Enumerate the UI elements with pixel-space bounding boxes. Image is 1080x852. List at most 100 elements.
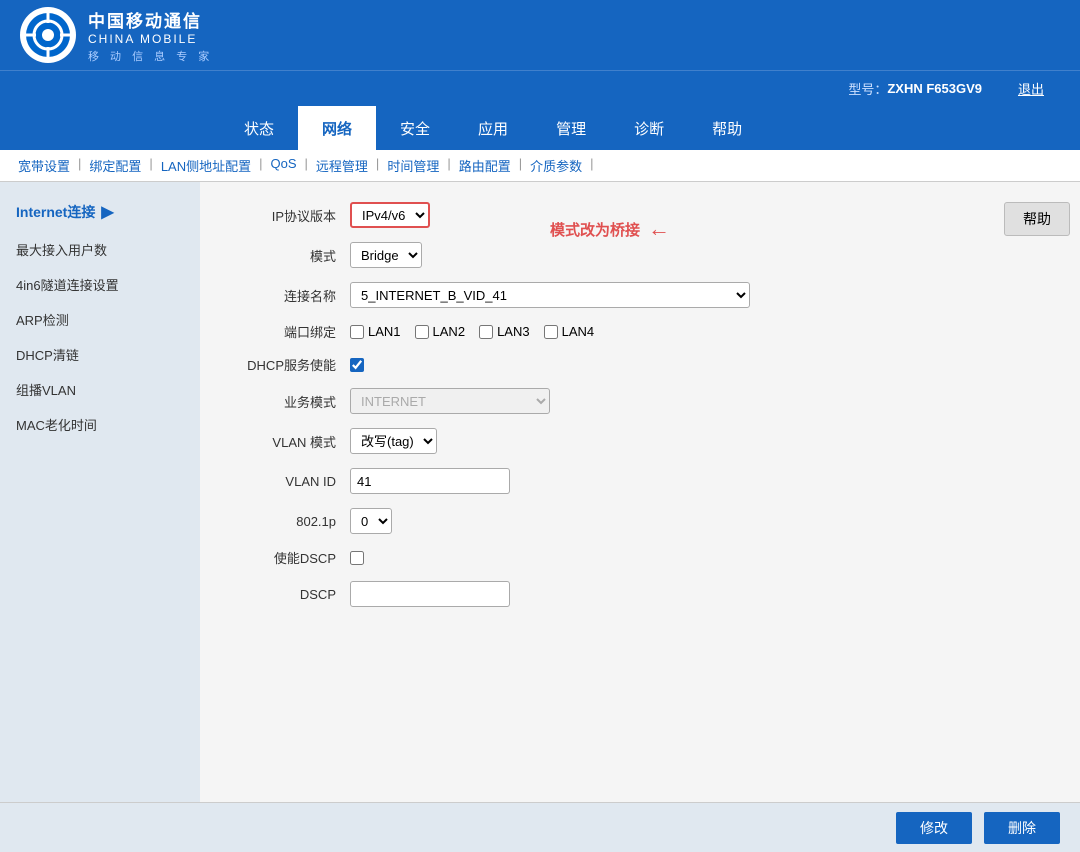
dscp-enable-row: 使能DSCP — [230, 548, 1050, 567]
vlan-mode-control: 改写(tag) 透传 不处理 — [350, 428, 437, 454]
delete-button[interactable]: 删除 — [984, 812, 1060, 844]
logo-cn: 中国移动通信 — [88, 7, 213, 32]
dot1p-label: 802.1p — [230, 514, 350, 529]
subnav-item-remote[interactable]: 远程管理 — [308, 156, 376, 175]
service-mode-select[interactable]: INTERNET — [350, 388, 550, 414]
dscp-enable-label: 使能DSCP — [230, 548, 350, 567]
annotation: 模式改为桥接 ← — [550, 216, 670, 242]
model-bar: 型号： ZXHN F653GV9 退出 — [0, 70, 1080, 106]
port-lan2-label: LAN2 — [433, 324, 466, 339]
ip-version-control: IPv4 IPv6 IPv4/v6 — [350, 202, 430, 228]
service-mode-label: 业务模式 — [230, 392, 350, 411]
port-binding-control: LAN1 LAN2 LAN3 LAN4 — [350, 324, 594, 339]
dscp-enable-control — [350, 551, 364, 565]
ip-version-select[interactable]: IPv4 IPv6 IPv4/v6 — [350, 202, 430, 228]
mode-row: 模式 Bridge Route — [230, 242, 1050, 268]
port-binding-label: 端口绑定 — [230, 322, 350, 341]
tab-security[interactable]: 安全 — [376, 106, 454, 150]
help-panel: 帮助 — [1004, 202, 1070, 236]
header: 中国移动通信 CHINA MOBILE 移 动 信 息 专 家 — [0, 0, 1080, 70]
vlan-mode-select[interactable]: 改写(tag) 透传 不处理 — [350, 428, 437, 454]
dhcp-row: DHCP服务使能 — [230, 355, 1050, 374]
sidebar-item-maxusers[interactable]: 最大接入用户数 — [0, 232, 200, 267]
tab-app[interactable]: 应用 — [454, 106, 532, 150]
subnav-item-broadband[interactable]: 宽带设置 — [10, 156, 78, 175]
dhcp-control — [350, 358, 364, 372]
connection-name-label: 连接名称 — [230, 286, 350, 305]
bottom-bar: 修改 删除 — [0, 802, 1080, 852]
port-lan4-label: LAN4 — [562, 324, 595, 339]
mode-control: Bridge Route — [350, 242, 422, 268]
port-lan4[interactable]: LAN4 — [544, 324, 595, 339]
logo-text-area: 中国移动通信 CHINA MOBILE 移 动 信 息 专 家 — [88, 7, 213, 64]
connection-name-row: 连接名称 5_INTERNET_B_VID_41 — [230, 282, 1050, 308]
sidebar: Internet连接 ▶ 最大接入用户数 4in6隧道连接设置 ARP检测 DH… — [0, 182, 200, 802]
subnav-item-media[interactable]: 介质参数 — [522, 156, 590, 175]
annotation-arrow-icon: ← — [648, 216, 670, 242]
dhcp-checkbox[interactable] — [350, 358, 364, 372]
help-button[interactable]: 帮助 — [1004, 202, 1070, 236]
ip-version-label: IP协议版本 — [230, 206, 350, 225]
logo-en: CHINA MOBILE — [88, 32, 213, 46]
dscp-input[interactable] — [350, 581, 510, 607]
sidebar-item-multicastvlan[interactable]: 组播VLAN — [0, 372, 200, 407]
dot1p-select[interactable]: 0 1 2 3 4 5 6 7 — [350, 508, 392, 534]
dot1p-row: 802.1p 0 1 2 3 4 5 6 7 — [230, 508, 1050, 534]
port-lan2[interactable]: LAN2 — [415, 324, 466, 339]
connection-name-select[interactable]: 5_INTERNET_B_VID_41 — [350, 282, 750, 308]
sidebar-item-macaging[interactable]: MAC老化时间 — [0, 407, 200, 442]
subnav: 宽带设置 | 绑定配置 | LAN侧地址配置 | QoS | 远程管理 | 时间… — [0, 150, 1080, 182]
port-lan2-checkbox[interactable] — [415, 325, 429, 339]
logo-icon — [20, 7, 76, 63]
main-content: 帮助 IP协议版本 IPv4 IPv6 IPv4/v6 模式 Bridge Ro… — [200, 182, 1080, 802]
port-lan1-label: LAN1 — [368, 324, 401, 339]
vlan-mode-row: VLAN 模式 改写(tag) 透传 不处理 — [230, 428, 1050, 454]
subnav-item-route[interactable]: 路由配置 — [451, 156, 519, 175]
logo-svg — [24, 11, 72, 59]
subnav-item-lan[interactable]: LAN侧地址配置 — [153, 156, 259, 175]
port-lan4-checkbox[interactable] — [544, 325, 558, 339]
subnav-item-qos[interactable]: QoS — [263, 156, 305, 175]
service-mode-control: INTERNET — [350, 388, 550, 414]
mode-row-wrapper: 模式 Bridge Route 模式改为桥接 ← — [230, 242, 1050, 268]
tab-network[interactable]: 网络 — [298, 106, 376, 150]
port-lan1-checkbox[interactable] — [350, 325, 364, 339]
tab-diagnose[interactable]: 诊断 — [610, 106, 688, 150]
vlan-mode-label: VLAN 模式 — [230, 432, 350, 451]
main-tabs: 状态 网络 安全 应用 管理 诊断 帮助 — [0, 106, 1080, 150]
dscp-label: DSCP — [230, 587, 350, 602]
vlan-id-input[interactable] — [350, 468, 510, 494]
subnav-item-time[interactable]: 时间管理 — [379, 156, 447, 175]
vlan-id-row: VLAN ID — [230, 468, 1050, 494]
dot1p-control: 0 1 2 3 4 5 6 7 — [350, 508, 392, 534]
port-binding-row: 端口绑定 LAN1 LAN2 LAN3 LAN4 — [230, 322, 1050, 341]
sidebar-title-label: Internet连接 — [16, 202, 95, 222]
dhcp-label: DHCP服务使能 — [230, 355, 350, 374]
dscp-control — [350, 581, 510, 607]
logo-tagline: 移 动 信 息 专 家 — [88, 48, 213, 64]
connection-name-control: 5_INTERNET_B_VID_41 — [350, 282, 750, 308]
port-lan1[interactable]: LAN1 — [350, 324, 401, 339]
dscp-enable-checkbox[interactable] — [350, 551, 364, 565]
tab-help[interactable]: 帮助 — [688, 106, 766, 150]
subnav-item-binding[interactable]: 绑定配置 — [81, 156, 149, 175]
vlan-id-label: VLAN ID — [230, 474, 350, 489]
content-area: Internet连接 ▶ 最大接入用户数 4in6隧道连接设置 ARP检测 DH… — [0, 182, 1080, 802]
annotation-text: 模式改为桥接 — [550, 219, 640, 240]
sidebar-item-4in6[interactable]: 4in6隧道连接设置 — [0, 267, 200, 302]
sidebar-title[interactable]: Internet连接 ▶ — [0, 192, 200, 232]
mode-select[interactable]: Bridge Route — [350, 242, 422, 268]
tab-status[interactable]: 状态 — [220, 106, 298, 150]
tab-manage[interactable]: 管理 — [532, 106, 610, 150]
dscp-row: DSCP — [230, 581, 1050, 607]
sidebar-item-arp[interactable]: ARP检测 — [0, 302, 200, 337]
port-lan3[interactable]: LAN3 — [479, 324, 530, 339]
port-lan3-checkbox[interactable] — [479, 325, 493, 339]
mode-label: 模式 — [230, 246, 350, 265]
logo-area: 中国移动通信 CHINA MOBILE 移 动 信 息 专 家 — [20, 7, 213, 64]
sidebar-item-dhcpchain[interactable]: DHCP清链 — [0, 337, 200, 372]
logout-button[interactable]: 退出 — [1002, 79, 1060, 98]
model-label: 型号： — [848, 79, 887, 98]
model-value: ZXHN F653GV9 — [887, 81, 982, 96]
modify-button[interactable]: 修改 — [896, 812, 972, 844]
